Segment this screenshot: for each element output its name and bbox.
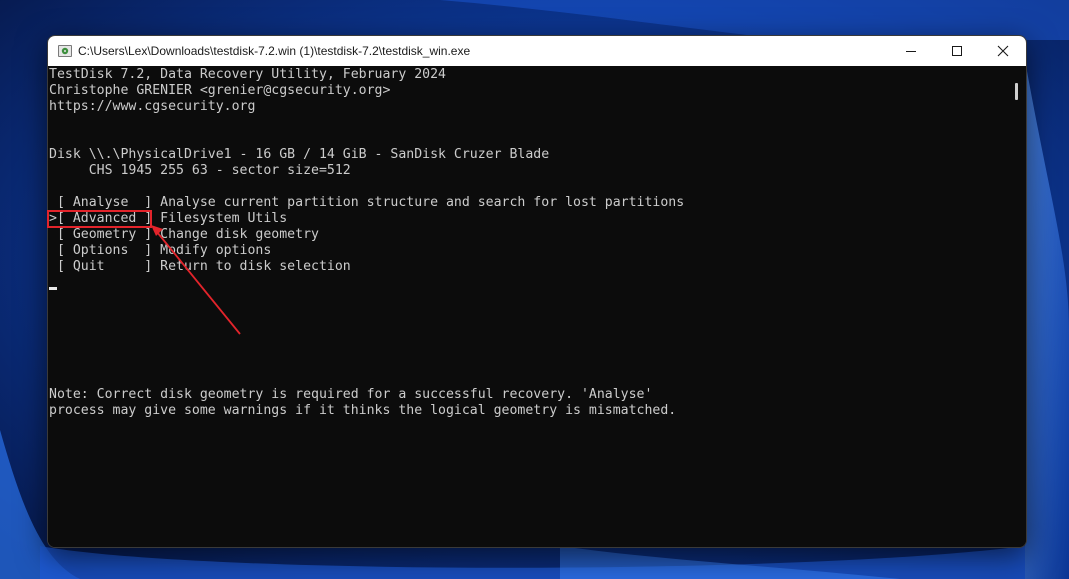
title-bar[interactable]: C:\Users\Lex\Downloads\testdisk-7.2.win … — [48, 36, 1026, 66]
disk-info-line: Disk \\.\PhysicalDrive1 - 16 GB / 14 GiB… — [49, 147, 550, 162]
text-cursor — [49, 287, 57, 290]
minimize-icon — [906, 51, 916, 52]
note-line-1: Note: Correct disk geometry is required … — [49, 387, 653, 402]
menu-item-advanced[interactable]: >[ Advanced ] Filesystem Utils — [49, 211, 287, 227]
close-icon — [997, 45, 1009, 57]
menu-item-quit[interactable]: [ Quit ] Return to disk selection — [49, 259, 351, 275]
scrollbar-thumb[interactable] — [1015, 83, 1018, 100]
maximize-icon — [952, 46, 962, 56]
console-area[interactable]: TestDisk 7.2, Data Recovery Utility, Feb… — [48, 66, 1026, 547]
menu-item-geometry[interactable]: [ Geometry ] Change disk geometry — [49, 227, 319, 243]
minimize-button[interactable] — [888, 36, 934, 66]
window-title: C:\Users\Lex\Downloads\testdisk-7.2.win … — [78, 44, 471, 58]
header-line-url: https://www.cgsecurity.org — [49, 99, 256, 114]
terminal-window[interactable]: C:\Users\Lex\Downloads\testdisk-7.2.win … — [47, 35, 1027, 548]
disk-chs-line: CHS 1945 255 63 - sector size=512 — [49, 163, 351, 178]
header-line-author: Christophe GRENIER <grenier@cgsecurity.o… — [49, 83, 391, 98]
menu-item-options[interactable]: [ Options ] Modify options — [49, 243, 271, 259]
maximize-button[interactable] — [934, 36, 980, 66]
note-line-2: process may give some warnings if it thi… — [49, 403, 677, 418]
menu-item-analyse[interactable]: [ Analyse ] Analyse current partition st… — [49, 195, 684, 211]
header-line-version: TestDisk 7.2, Data Recovery Utility, Feb… — [49, 67, 446, 82]
close-button[interactable] — [980, 36, 1026, 66]
testdisk-app-icon — [58, 45, 72, 57]
